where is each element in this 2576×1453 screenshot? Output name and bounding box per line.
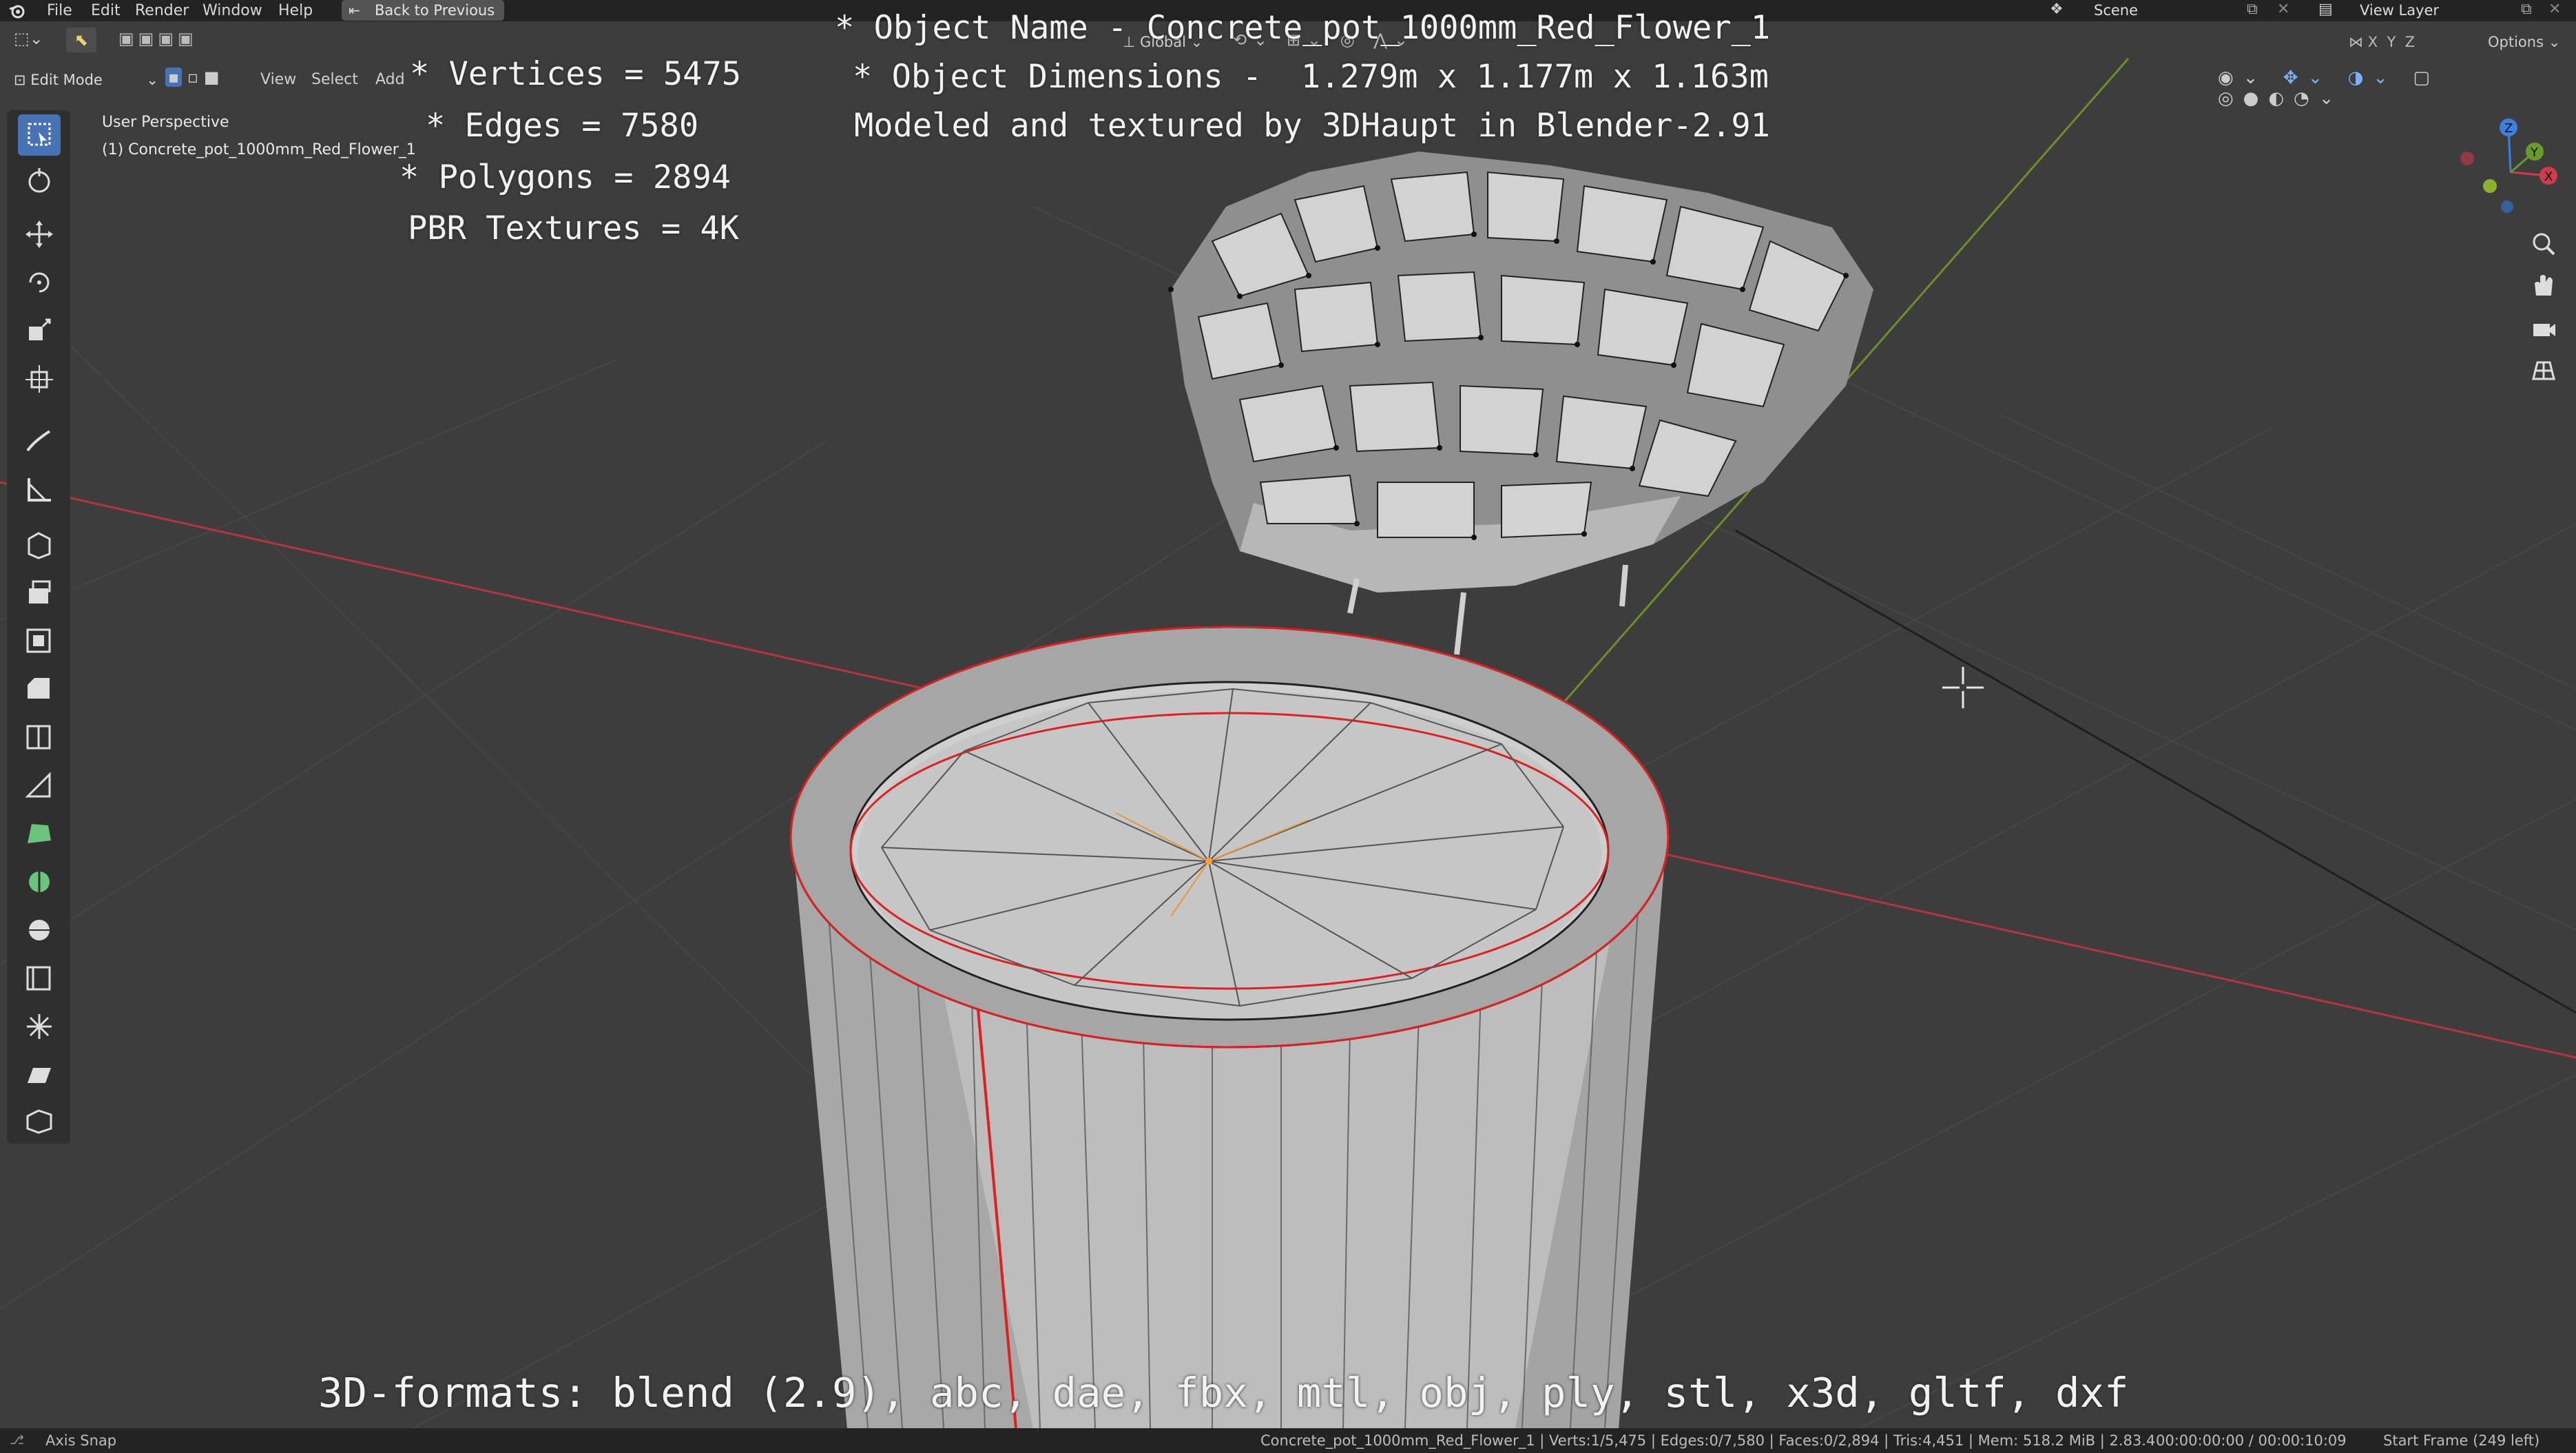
pan-hand-icon[interactable] <box>2524 265 2564 305</box>
shrink-fatten-tool-icon[interactable] <box>18 1006 61 1047</box>
status-bar: ⎇ Axis Snap Concrete_pot_1000mm_Red_Flow… <box>0 1428 2576 1453</box>
pot-mesh <box>789 626 1670 1428</box>
normal-line <box>1735 529 2576 1014</box>
timeline-time: 00:00:00:00 / 00:00:10:09 <box>2156 1432 2347 1449</box>
spin-tool-icon[interactable] <box>18 861 61 903</box>
3d-viewport[interactable] <box>0 0 2576 1428</box>
add-cube-tool-icon[interactable] <box>18 524 61 565</box>
poly-build-tool-icon[interactable] <box>18 813 61 854</box>
edge-slide-tool-icon[interactable] <box>18 958 61 999</box>
start-frame-info: Start Frame (249 left) <box>2383 1432 2540 1449</box>
move-tool-icon[interactable] <box>18 214 61 255</box>
viewport-info: User Perspective (1) Concrete_pot_1000mm… <box>102 109 416 164</box>
edges-stat: * Edges = 7580 <box>426 107 699 145</box>
bevel-tool-icon[interactable] <box>18 668 61 710</box>
measure-tool-icon[interactable] <box>18 468 61 510</box>
alt-key-icon: ⎇ <box>10 1433 24 1447</box>
extrude-tool-icon[interactable] <box>18 572 61 613</box>
navigation-gizmo[interactable]: Z X Y <box>2452 110 2569 220</box>
rotate-tool-icon[interactable] <box>18 262 61 303</box>
object-dimensions-text: * Object Dimensions - 1.279m x 1.177m x … <box>853 58 1769 96</box>
rip-region-tool-icon[interactable] <box>18 1100 61 1141</box>
camera-view-icon[interactable] <box>2524 309 2564 349</box>
knife-tool-icon[interactable] <box>18 765 61 806</box>
inset-tool-icon[interactable] <box>18 620 61 661</box>
svg-text:X: X <box>2544 169 2553 184</box>
object-name-text: * Object Name - Concrete_pot_1000mm_Red_… <box>835 9 1771 47</box>
shear-tool-icon[interactable] <box>18 1054 61 1095</box>
select-box-icon[interactable] <box>18 114 61 156</box>
selected-vertex <box>1205 858 1212 865</box>
status-hint: Axis Snap <box>45 1432 117 1449</box>
active-object-label: (1) Concrete_pot_1000mm_Red_Flower_1 <box>102 141 416 158</box>
scale-tool-icon[interactable] <box>18 310 61 351</box>
credit-text: Modeled and textured by 3DHaupt in Blend… <box>854 107 1770 145</box>
annotate-tool-icon[interactable] <box>18 420 61 462</box>
zoom-icon[interactable] <box>2524 224 2564 264</box>
scene-statistics: Concrete_pot_1000mm_Red_Flower_1 | Verts… <box>1260 1432 2156 1449</box>
svg-text:Z: Z <box>2504 121 2513 136</box>
flower-mesh <box>1168 152 1873 655</box>
perspective-toggle-icon[interactable] <box>2524 351 2564 391</box>
smooth-tool-icon[interactable] <box>18 909 61 951</box>
formats-text: 3D-formats: blend (2.9), abc, dae, fbx, … <box>318 1369 2129 1416</box>
vertices-stat: * Vertices = 5475 <box>410 55 742 93</box>
textures-stat: PBR Textures = 4K <box>408 209 740 247</box>
view-name: User Perspective <box>102 114 229 131</box>
svg-text:Y: Y <box>2530 145 2539 160</box>
3d-cursor-icon <box>1942 667 1984 708</box>
left-toolbar <box>7 110 70 1144</box>
transform-tool-icon[interactable] <box>18 358 61 400</box>
polygons-stat: * Polygons = 2894 <box>399 158 731 196</box>
cursor-tool-icon[interactable] <box>18 161 61 203</box>
loop-cut-tool-icon[interactable] <box>18 717 61 758</box>
